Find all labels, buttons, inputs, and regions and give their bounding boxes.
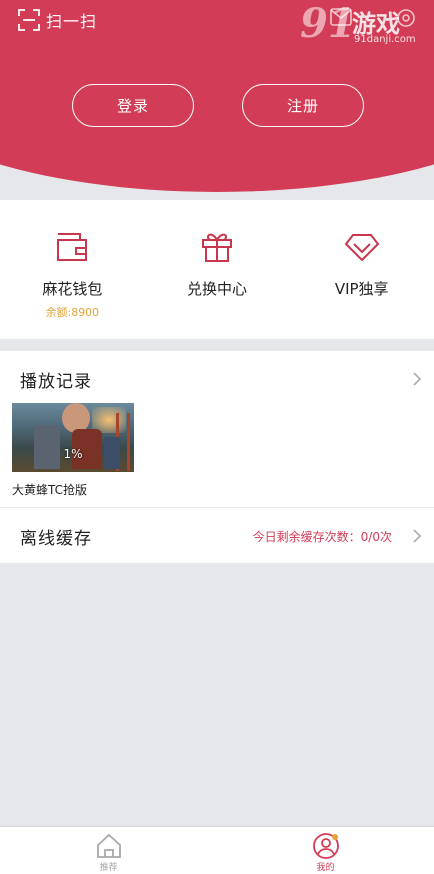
user-icon [312, 833, 339, 859]
tab-me-label: 我的 [316, 863, 335, 873]
scan-icon [18, 9, 40, 31]
chevron-right-icon[interactable] [410, 371, 424, 387]
exchange-center-entry[interactable]: 兑换中心 [145, 200, 290, 339]
diamond-icon [344, 234, 380, 262]
profile-header: 扫一扫 91 游戏 91danji.com 登录 注册 [0, 0, 434, 200]
vip-entry[interactable]: VIP独享 [289, 200, 434, 339]
bottom-tab-bar: 推荐 我的 [0, 826, 434, 874]
chevron-right-icon [413, 529, 422, 543]
tab-recommend[interactable]: 推荐 [0, 827, 217, 874]
watermark-logo: 91 游戏 91danji.com [300, 2, 428, 50]
scan-button[interactable]: 扫一扫 [18, 8, 97, 32]
feature-row: 麻花钱包 余额:8900 兑换中心 VIP独享 [0, 200, 434, 339]
offline-cache-title: 离线缓存 [20, 529, 92, 549]
offline-cache-row[interactable]: 离线缓存 今日剩余缓存次数：0/0次 [0, 508, 434, 563]
play-history-title: 播放记录 [20, 372, 92, 392]
wallet-icon [57, 233, 88, 261]
vip-label: VIP独享 [334, 280, 389, 298]
play-history-section: 播放记录 1% 大黄蜂TC抢版 [0, 351, 434, 507]
wallet-label: 麻花钱包 [42, 280, 103, 298]
tab-me[interactable]: 我的 [217, 827, 434, 874]
exchange-center-label: 兑换中心 [187, 280, 248, 298]
gift-icon [202, 233, 232, 262]
wallet-entry[interactable]: 麻花钱包 余额:8900 [0, 200, 145, 339]
tab-recommend-label: 推荐 [99, 863, 118, 873]
login-button[interactable]: 登录 [72, 84, 194, 127]
home-icon [96, 833, 121, 858]
watermark-logo-mark: 91 [300, 0, 356, 47]
register-button[interactable]: 注册 [242, 84, 364, 127]
video-thumbnail[interactable]: 1% [12, 403, 134, 472]
video-title[interactable]: 大黄蜂TC抢版 [12, 481, 87, 498]
watermark-url: 91danji.com [354, 34, 416, 45]
watch-progress: 1% [63, 447, 83, 461]
wallet-balance: 余额:8900 [45, 306, 100, 319]
cache-quota-text: 今日剩余缓存次数：0/0次 [252, 530, 392, 544]
scan-label: 扫一扫 [46, 12, 98, 31]
